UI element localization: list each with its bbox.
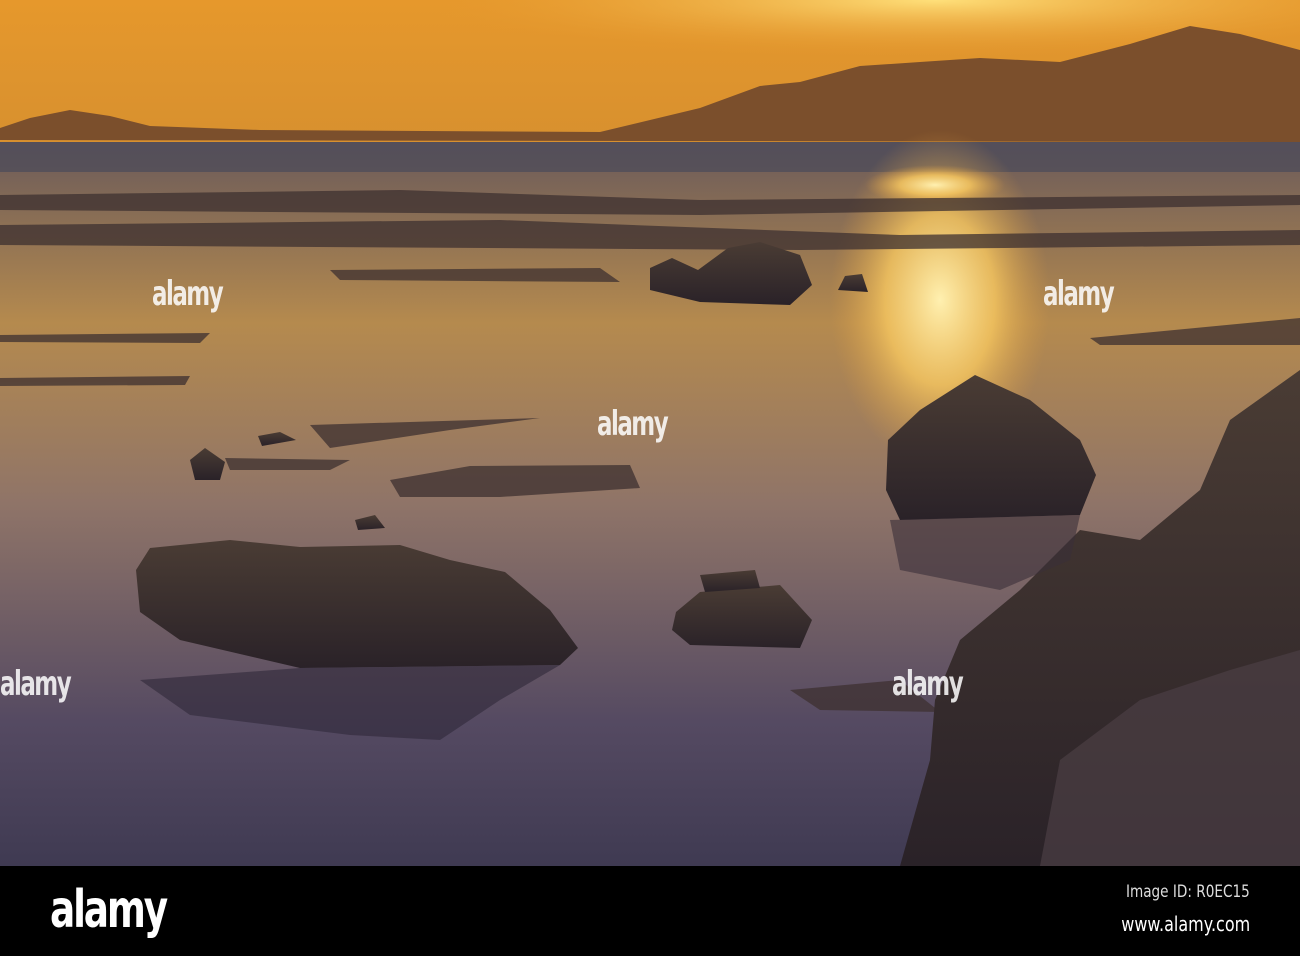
- photo-frame: alamy alamy alamy alamy alamy alamy Imag…: [0, 0, 1300, 956]
- site-url: www.alamy.com: [1121, 912, 1250, 936]
- image-id: Image ID: R0EC15: [1126, 882, 1250, 902]
- alamy-logo: alamy: [50, 880, 168, 940]
- watermark: alamy: [0, 664, 72, 704]
- watermark: alamy: [892, 664, 964, 704]
- watermark: alamy: [152, 274, 224, 314]
- watermark: alamy: [597, 404, 669, 444]
- footer-bar: alamy Image ID: R0EC15 www.alamy.com: [0, 866, 1300, 956]
- watermark: alamy: [1043, 274, 1115, 314]
